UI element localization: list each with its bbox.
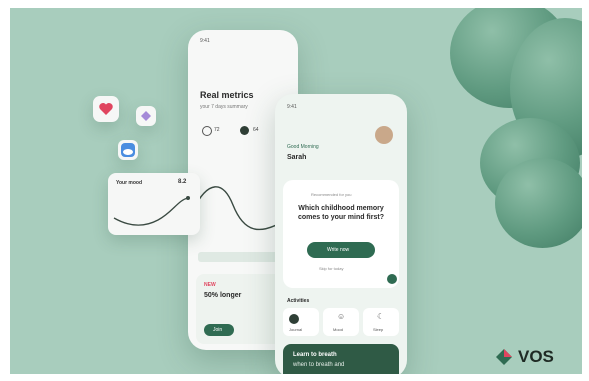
activity-tile-sleep[interactable]: ☾ Sleep [363, 308, 399, 336]
question-card: Recommended for you Which childhood memo… [283, 180, 399, 288]
avatar[interactable] [375, 126, 393, 144]
mood-card: Your mood 8.2 [108, 173, 200, 235]
heart-icon [99, 103, 113, 115]
question-caption: Recommended for you [311, 192, 352, 197]
decorative-blob-bottom [495, 158, 582, 248]
diamond-app-icon [136, 106, 156, 126]
activity-label-mood: Mood [333, 327, 344, 332]
skip-link[interactable]: Skip for today [319, 266, 343, 271]
stat-value-b: 64 [253, 127, 259, 133]
page-subtitle: your 7 days summary [200, 104, 248, 110]
breathing-banner[interactable]: Learn to breath when to breath and [283, 344, 399, 374]
status-time: 9:41 [287, 104, 297, 110]
activity-label-sleep: Sleep [373, 327, 384, 332]
greeting: Good Morning [287, 144, 319, 150]
logo-text: VOS [518, 347, 554, 366]
mood-chart [113, 196, 190, 226]
cloud-icon [121, 143, 135, 157]
heart-app-icon [93, 96, 119, 122]
front-phone-screen: 9:41 Good Morning Sarah Recommended for … [275, 94, 407, 374]
promo-button[interactable]: Join [204, 324, 234, 336]
brand-logo: VOS [494, 346, 574, 368]
stat-value-a: 72 [214, 127, 220, 133]
activity-tile-journal[interactable]: Journal [283, 308, 319, 336]
logo-mark-icon [496, 349, 512, 365]
sleep-icon: ☾ [377, 312, 385, 321]
mood-label: Your mood [116, 180, 143, 186]
journal-icon [289, 314, 299, 324]
mood-icon: ☺ [337, 312, 346, 321]
page-title: Real metrics [200, 90, 254, 100]
user-name: Sarah [287, 154, 307, 161]
diamond-icon [141, 111, 151, 121]
status-time: 9:41 [200, 38, 210, 44]
write-now-label: Write now [327, 247, 350, 253]
promo-title: 50% longer [204, 292, 242, 299]
banner-line-2: when to breath and [293, 362, 345, 368]
mood-value: 8.2 [178, 179, 187, 185]
promo-tag: NEW [204, 282, 216, 288]
activity-label-journal: Journal [289, 327, 303, 332]
stat-dot-b [240, 126, 249, 135]
write-now-button[interactable]: Write now [307, 242, 375, 258]
promo-button-label: Join [213, 327, 223, 333]
weather-app-icon [118, 140, 138, 160]
activities-title: Activities [287, 298, 310, 304]
stat-dot-a [202, 126, 212, 136]
question-text: Which childhood memory comes to your min… [298, 205, 384, 221]
activity-tile-mood[interactable]: ☺ Mood [323, 308, 359, 336]
banner-line-1: Learn to breath [293, 352, 337, 358]
showcase-frame: 9:41 Real metrics your 7 days summary 72… [10, 8, 582, 374]
chat-fab[interactable] [387, 274, 397, 284]
